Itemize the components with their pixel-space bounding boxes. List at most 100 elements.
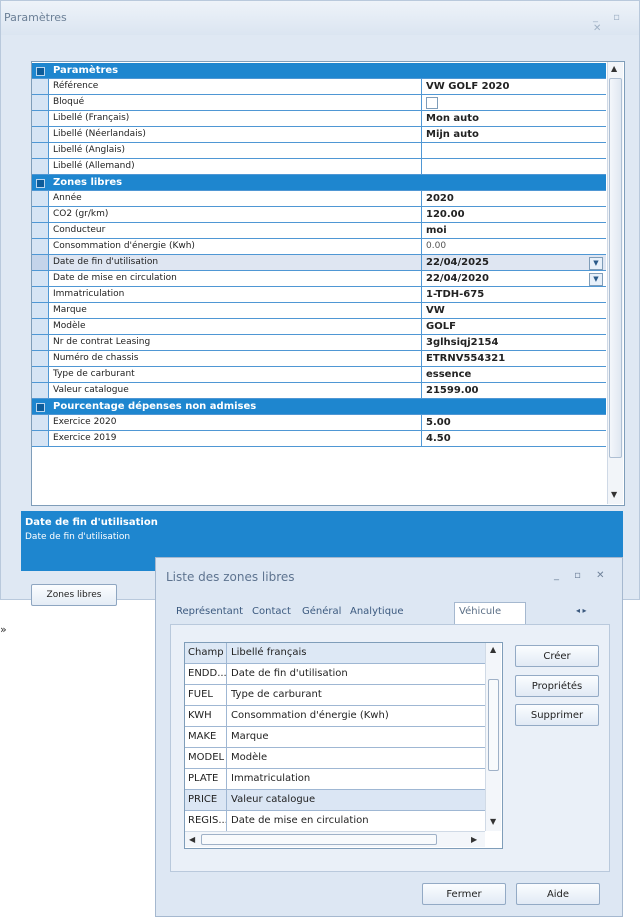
scroll-up-arrow-icon[interactable]: ▲	[611, 64, 617, 73]
list-scroll-left-icon[interactable]: ◀	[189, 835, 195, 844]
date-dropdown-icon[interactable]: ▼	[589, 273, 603, 286]
property-value[interactable]: Mijn auto	[422, 127, 606, 142]
property-value[interactable]: 3glhsiqj2154	[422, 335, 606, 350]
libelle-cell: Valeur catalogue	[231, 794, 316, 805]
property-value[interactable]: moi	[422, 223, 606, 238]
grid-property-row[interactable]: Date de mise en circulation 22/04/2020 ▼	[32, 271, 606, 287]
list-item[interactable]: FUEL Type de carburant	[185, 685, 485, 706]
help-button[interactable]: Aide	[516, 883, 600, 905]
grid-property-row[interactable]: Libellé (Néerlandais) Mijn auto	[32, 127, 606, 143]
row-gutter	[32, 415, 49, 430]
list-scroll-down-icon[interactable]: ▼	[490, 817, 496, 826]
grid-property-row[interactable]: Nr de contrat Leasing 3glhsiqj2154	[32, 335, 606, 351]
grid-property-row[interactable]: Consommation d'énergie (Kwh) 0.00	[32, 239, 606, 255]
window-controls[interactable]: _ ▫ ✕	[593, 12, 639, 34]
free-zones-list[interactable]: REGIS... Date de mise en circulation PRICE…	[184, 642, 503, 849]
grid-property-row[interactable]: Libellé (Français) Mon auto	[32, 111, 606, 127]
list-item[interactable]: MODEL Modèle	[185, 748, 485, 769]
list-scroll-right-icon[interactable]: ▶	[471, 835, 477, 844]
libelle-cell: Consommation d'énergie (Kwh)	[231, 710, 389, 721]
property-value[interactable]	[422, 95, 606, 110]
dialog-window-controls[interactable]: _ ▫ ✕	[554, 570, 611, 581]
bloque-checkbox[interactable]	[426, 97, 438, 109]
grid-property-row[interactable]: Référence VW GOLF 2020	[32, 79, 606, 95]
property-value[interactable]	[422, 159, 606, 174]
tab-contact[interactable]: Contact	[252, 606, 291, 617]
grid-property-row[interactable]: Type de carburant essence	[32, 367, 606, 383]
date-dropdown-icon[interactable]: ▼	[589, 257, 603, 270]
grid-property-row[interactable]: Année 2020	[32, 191, 606, 207]
tab-analytique[interactable]: Analytique	[350, 606, 404, 617]
delete-button[interactable]: Supprimer	[515, 704, 599, 726]
property-value[interactable]: 1-TDH-675	[422, 287, 606, 302]
grid-property-row[interactable]: Numéro de chassis ETRNV554321	[32, 351, 606, 367]
scroll-down-arrow-icon[interactable]: ▼	[611, 490, 617, 499]
list-hscrollbar[interactable]: ◀ ▶	[185, 831, 485, 847]
property-value[interactable]: 22/04/2025 ▼	[422, 255, 606, 270]
property-value[interactable]: GOLF	[422, 319, 606, 334]
grid-property-row[interactable]: Exercice 2020 5.00	[32, 415, 606, 431]
collapse-toggle-icon[interactable]	[32, 399, 49, 414]
tab-vehicule[interactable]: Véhicule	[454, 602, 526, 624]
row-gutter	[32, 255, 49, 270]
property-label: CO2 (gr/km)	[49, 207, 422, 222]
property-value-text: 2020	[426, 193, 454, 204]
grid-property-row[interactable]: Modèle GOLF	[32, 319, 606, 335]
grid-property-row[interactable]: Libellé (Allemand)	[32, 159, 606, 175]
tab-nav-arrows-icon[interactable]: ◂ ▸	[576, 606, 587, 615]
list-item[interactable]: KWH Consommation d'énergie (Kwh)	[185, 706, 485, 727]
property-value[interactable]	[422, 143, 606, 158]
grid-property-row[interactable]: Marque VW	[32, 303, 606, 319]
row-gutter	[32, 143, 49, 158]
row-gutter	[32, 111, 49, 126]
zones-libres-button[interactable]: Zones libres	[31, 584, 117, 606]
grid-property-row[interactable]: Date de fin d'utilisation 22/04/2025 ▼	[32, 255, 606, 271]
list-vscroll-thumb[interactable]	[488, 679, 499, 771]
property-value[interactable]: VW	[422, 303, 606, 318]
property-value[interactable]: 2020	[422, 191, 606, 206]
grid-property-row[interactable]: Immatriculation 1-TDH-675	[32, 287, 606, 303]
collapse-toggle-icon[interactable]	[32, 175, 49, 190]
collapse-toggle-icon[interactable]	[32, 63, 49, 78]
grid-category-header[interactable]: Zones libres	[32, 175, 606, 191]
list-column-header[interactable]: Champ Libellé français	[185, 643, 485, 664]
property-label: Libellé (Français)	[49, 111, 422, 126]
list-scroll-up-icon[interactable]: ▲	[490, 645, 496, 654]
grid-property-row[interactable]: Bloqué	[32, 95, 606, 111]
grid-category-header[interactable]: Pourcentage dépenses non admises	[32, 399, 606, 415]
tab-representant[interactable]: Représentant	[176, 606, 243, 617]
property-value[interactable]: 4.50	[422, 431, 606, 446]
list-item[interactable]: REGIS... Date de mise en circulation	[185, 811, 485, 832]
grid-property-row[interactable]: Exercice 2019 4.50	[32, 431, 606, 447]
list-hscroll-thumb[interactable]	[201, 834, 437, 845]
grid-property-row[interactable]: Valeur catalogue 21599.00	[32, 383, 606, 399]
property-value[interactable]: VW GOLF 2020	[422, 79, 606, 94]
list-item[interactable]: PRICE Valeur catalogue	[185, 790, 485, 811]
grid-category-header[interactable]: Paramètres	[32, 63, 606, 79]
property-value[interactable]: ETRNV554321	[422, 351, 606, 366]
grid-property-row[interactable]: Libellé (Anglais)	[32, 143, 606, 159]
row-gutter	[32, 271, 49, 286]
property-value[interactable]: Mon auto	[422, 111, 606, 126]
property-value[interactable]: 0.00	[422, 239, 606, 254]
property-value[interactable]: essence	[422, 367, 606, 382]
list-item[interactable]: MAKE Marque	[185, 727, 485, 748]
close-button[interactable]: Fermer	[422, 883, 506, 905]
property-value[interactable]: 22/04/2020 ▼	[422, 271, 606, 286]
row-gutter	[32, 383, 49, 398]
scroll-thumb[interactable]	[609, 78, 622, 458]
row-gutter	[32, 287, 49, 302]
grid-property-row[interactable]: Conducteur moi	[32, 223, 606, 239]
create-button[interactable]: Créer	[515, 645, 599, 667]
grid-property-row[interactable]: CO2 (gr/km) 120.00	[32, 207, 606, 223]
list-vscrollbar[interactable]: ▲ ▼	[485, 643, 501, 831]
property-value[interactable]: 120.00	[422, 207, 606, 222]
property-label: Consommation d'énergie (Kwh)	[49, 239, 422, 254]
tab-general[interactable]: Général	[302, 606, 341, 617]
property-value[interactable]: 5.00	[422, 415, 606, 430]
properties-button[interactable]: Propriétés	[515, 675, 599, 697]
property-value[interactable]: 21599.00	[422, 383, 606, 398]
list-item[interactable]: PLATE Immatriculation	[185, 769, 485, 790]
list-item[interactable]: ENDD... Date de fin d'utilisation	[185, 664, 485, 685]
grid-scrollbar[interactable]: ▲ ▼	[607, 62, 623, 504]
